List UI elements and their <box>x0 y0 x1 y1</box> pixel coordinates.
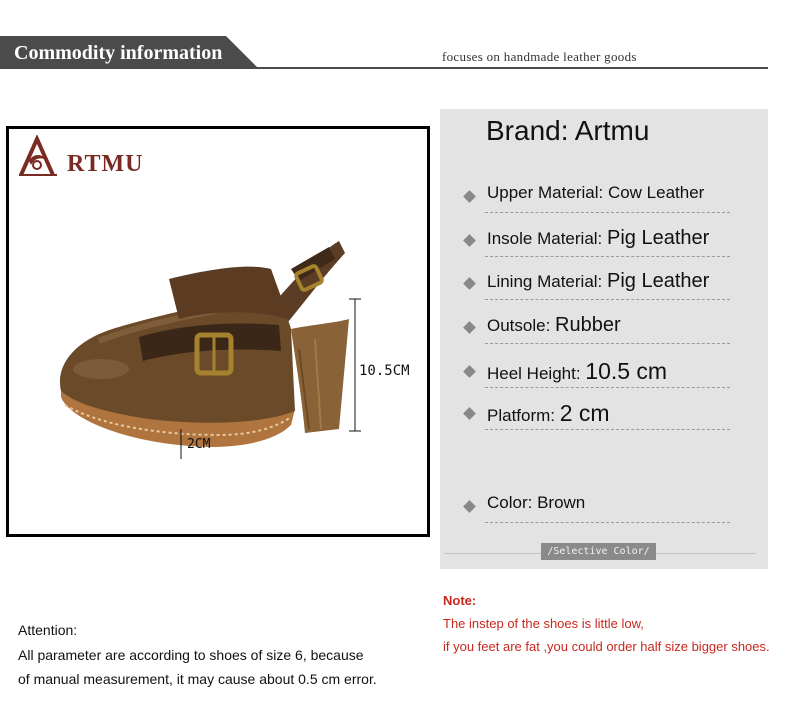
diamond-bullet-icon <box>463 234 476 247</box>
product-photo: RTMU 10.5CM 2CM <box>6 126 430 537</box>
header-divider <box>0 67 768 69</box>
spec-row-platform: Platform: 2 cm <box>460 396 730 432</box>
spec-panel: Brand: Artmu Upper Material: Cow Leather… <box>440 109 768 569</box>
spec-row-heel-height: Heel Height: 10.5 cm <box>460 354 730 390</box>
header-tagline: focuses on handmade leather goods <box>442 49 637 64</box>
diamond-bullet-icon <box>463 407 476 420</box>
attention-line: of manual measurement, it may cause abou… <box>18 671 377 687</box>
brand-name: Brand: Artmu <box>486 115 650 146</box>
diamond-bullet-icon <box>463 321 476 334</box>
spec-row-upper-material: Upper Material: Cow Leather <box>460 179 730 215</box>
diamond-bullet-icon <box>463 190 476 203</box>
heel-height-measure: 10.5CM <box>359 363 410 379</box>
spec-label: Lining Material: <box>487 272 608 291</box>
spec-value: 10.5 cm <box>585 358 668 384</box>
dashed-divider <box>485 299 730 300</box>
spec-label: Platform: <box>487 406 560 425</box>
spec-value: Pig Leather <box>607 227 710 249</box>
spec-label: Color: <box>487 493 538 512</box>
spec-value: Rubber <box>555 314 621 336</box>
dashed-divider <box>485 256 730 257</box>
spec-value: Brown <box>537 493 586 512</box>
spec-row-outsole: Outsole: Rubber <box>460 310 730 346</box>
spec-value: Pig Leather <box>607 270 710 292</box>
dashed-divider <box>485 429 730 430</box>
spec-label: Outsole: <box>487 316 556 335</box>
spec-label: Insole Material: <box>487 229 607 248</box>
diamond-bullet-icon <box>463 277 476 290</box>
dashed-divider <box>485 212 730 213</box>
note-heading: Note: <box>443 593 477 608</box>
shoe-illustration <box>59 241 361 459</box>
spec-label: Heel Height: <box>487 364 586 383</box>
spec-row-insole-material: Insole Material: Pig Leather <box>460 223 730 259</box>
dashed-divider <box>485 343 730 344</box>
diamond-bullet-icon <box>463 365 476 378</box>
dashed-divider <box>485 522 730 523</box>
diamond-bullet-icon <box>463 500 476 513</box>
note-line: The instep of the shoes is little low, <box>443 616 644 631</box>
spec-label: Upper Material: <box>487 183 608 202</box>
header-title: Commodity information <box>14 42 223 64</box>
platform-measure: 2CM <box>187 437 211 452</box>
note-line: if you feet are fat ,you could order hal… <box>443 639 770 654</box>
spec-row-lining-material: Lining Material: Pig Leather <box>460 266 730 302</box>
spec-value: Cow Leather <box>607 183 705 202</box>
spec-row-color: Color: Brown <box>460 489 730 525</box>
attention-heading: Attention: <box>18 622 78 638</box>
attention-line: All parameter are according to shoes of … <box>18 647 364 663</box>
dashed-divider <box>485 387 730 388</box>
selective-color-label: /Selective Color/ <box>541 543 656 560</box>
spec-value: 2 cm <box>559 400 610 426</box>
